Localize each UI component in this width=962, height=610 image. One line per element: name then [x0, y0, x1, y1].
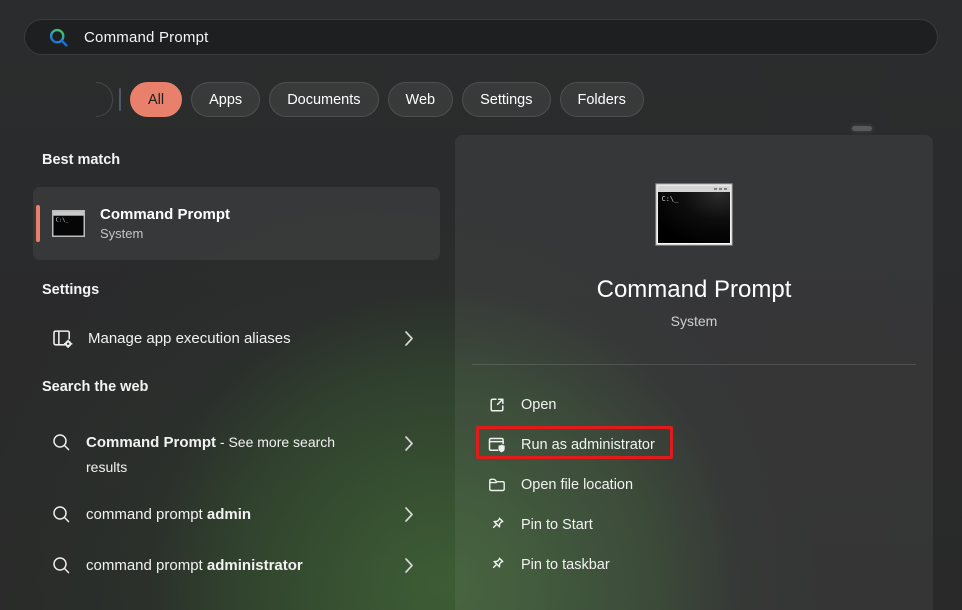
filter-tabs: All Apps Documents Web Settings Folders: [130, 82, 644, 117]
action-label: Open: [521, 397, 556, 413]
tab-web[interactable]: Web: [388, 82, 454, 117]
pin-icon: [488, 556, 506, 574]
cmd-window-icon: C:\_: [52, 210, 85, 237]
action-label: Pin to taskbar: [521, 557, 610, 573]
tab-folders[interactable]: Folders: [560, 82, 644, 117]
folder-icon: [488, 476, 506, 494]
run-as-admin-icon: [488, 436, 506, 454]
web-search-label: Command Prompt - See more search results: [86, 430, 354, 480]
action-label: Pin to Start: [521, 517, 593, 533]
caret-decoration: [119, 88, 121, 111]
best-match-item[interactable]: C:\_ Command Prompt System: [33, 187, 440, 260]
best-match-subtitle: System: [100, 226, 230, 241]
best-match-title: Command Prompt: [100, 206, 230, 223]
app-subtitle: System: [455, 313, 933, 329]
chevron-right-icon: [404, 435, 414, 452]
results-column: Best match C:\_ Command Prompt System Se…: [33, 140, 440, 585]
divider: [472, 364, 916, 365]
tab-all[interactable]: All: [130, 82, 182, 117]
action-label: Open file location: [521, 477, 633, 493]
scrollbar-thumb[interactable]: [852, 126, 872, 131]
chevron-right-icon: [404, 506, 414, 523]
action-run-as-administrator[interactable]: Run as administrator: [455, 425, 933, 465]
cmd-window-icon-large: C:\_: [655, 183, 733, 246]
preview-panel: C:\_ Command Prompt System Open: [455, 135, 933, 610]
open-external-icon: [488, 396, 506, 414]
action-pin-to-taskbar[interactable]: Pin to taskbar: [455, 545, 933, 585]
web-search-item[interactable]: command prompt administrator: [33, 545, 440, 585]
search-icon: [52, 433, 71, 452]
settings-item-manage-aliases[interactable]: Manage app execution aliases: [33, 319, 440, 358]
best-match-header: Best match: [42, 152, 440, 168]
search-query-text: Command Prompt: [84, 29, 209, 46]
action-pin-to-start[interactable]: Pin to Start: [455, 505, 933, 545]
partial-pill-decoration: [96, 82, 113, 117]
action-open[interactable]: Open: [455, 385, 933, 425]
tab-apps[interactable]: Apps: [191, 82, 260, 117]
svg-text:C:\_: C:\_: [56, 217, 70, 223]
web-section-header: Search the web: [42, 379, 440, 395]
web-search-item[interactable]: Command Prompt - See more search results: [33, 417, 440, 480]
search-icon: [52, 556, 71, 575]
action-list: Open Run as administrator Open file loca…: [455, 385, 933, 585]
web-search-label: command prompt administrator: [86, 553, 303, 578]
search-input[interactable]: Command Prompt: [24, 19, 938, 55]
selection-accent-bar: [36, 205, 40, 242]
web-search-label: command prompt admin: [86, 502, 251, 527]
chevron-right-icon: [404, 557, 414, 574]
app-alias-icon: [52, 328, 73, 349]
settings-section-header: Settings: [42, 282, 440, 298]
action-open-file-location[interactable]: Open file location: [455, 465, 933, 505]
svg-text:C:\_: C:\_: [662, 195, 680, 203]
tab-documents[interactable]: Documents: [269, 82, 378, 117]
chevron-right-icon: [404, 330, 414, 347]
web-search-item[interactable]: command prompt admin: [33, 494, 440, 534]
app-title: Command Prompt: [455, 276, 933, 304]
search-icon: [52, 505, 71, 524]
action-label: Run as administrator: [521, 437, 655, 453]
pin-icon: [488, 516, 506, 534]
tab-settings[interactable]: Settings: [462, 82, 550, 117]
search-gradient-icon: [48, 27, 69, 48]
settings-item-label: Manage app execution aliases: [88, 326, 291, 351]
